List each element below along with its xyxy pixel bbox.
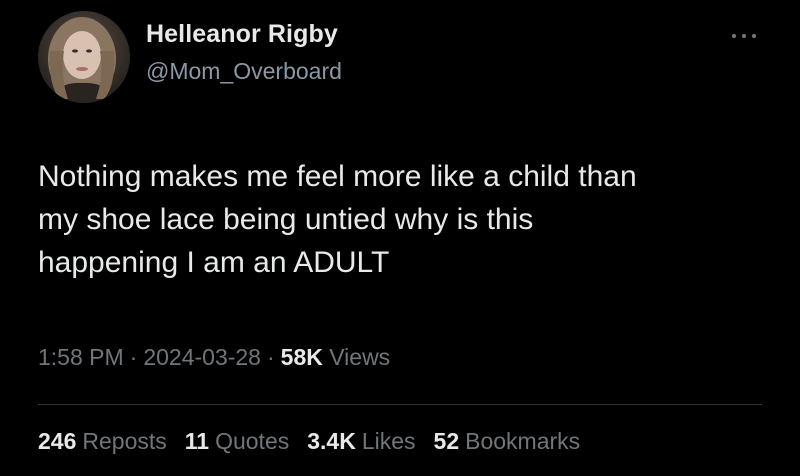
quotes-count: 11 <box>184 428 210 454</box>
views-count: 58K <box>280 344 323 370</box>
engagement-stats: 246 Reposts 11 Quotes 3.4K Likes 52 Bookmark… <box>38 428 598 455</box>
bookmarks-label: Bookmarks <box>465 428 581 454</box>
tweet-text-line: Nothing makes me feel more like a child … <box>38 160 637 193</box>
avatar[interactable] <box>38 11 130 103</box>
reposts-stat[interactable]: 246 Reposts <box>38 428 167 455</box>
tweet-date[interactable]: 2024-03-28 <box>143 344 261 370</box>
tweet-text-line: happening I am an ADULT <box>38 246 390 279</box>
reposts-count: 246 <box>38 428 77 454</box>
profile-photo-icon <box>38 11 130 103</box>
more-options-button[interactable] <box>727 26 761 46</box>
meta-separator: · <box>129 344 138 370</box>
divider <box>38 404 762 405</box>
author-handle[interactable]: @Mom_Overboard <box>146 58 342 85</box>
quotes-label: Quotes <box>215 428 290 454</box>
tweet-text-line: my shoe lace being untied why is this <box>38 203 534 236</box>
author-display-name[interactable]: Helleanor Rigby <box>146 20 338 49</box>
more-options-icon <box>732 34 736 38</box>
meta-separator: · <box>266 344 275 370</box>
bookmarks-count: 52 <box>433 428 460 454</box>
tweet-time[interactable]: 1:58 PM <box>38 344 124 370</box>
reposts-label: Reposts <box>82 428 167 454</box>
more-options-icon <box>742 34 746 38</box>
more-options-icon <box>752 34 756 38</box>
likes-label: Likes <box>361 428 416 454</box>
quotes-stat[interactable]: 11 Quotes <box>185 428 289 455</box>
tweet-card: Helleanor Rigby @Mom_Overboard Nothing m… <box>0 0 800 476</box>
likes-stat[interactable]: 3.4K Likes <box>307 428 415 455</box>
likes-count: 3.4K <box>307 428 356 454</box>
views-label: Views <box>329 344 391 370</box>
tweet-meta: 1:58 PM · 2024-03-28 · 58K Views <box>38 344 390 371</box>
tweet-text: Nothing makes me feel more like a child … <box>38 155 768 284</box>
bookmarks-stat[interactable]: 52 Bookmarks <box>434 428 581 455</box>
